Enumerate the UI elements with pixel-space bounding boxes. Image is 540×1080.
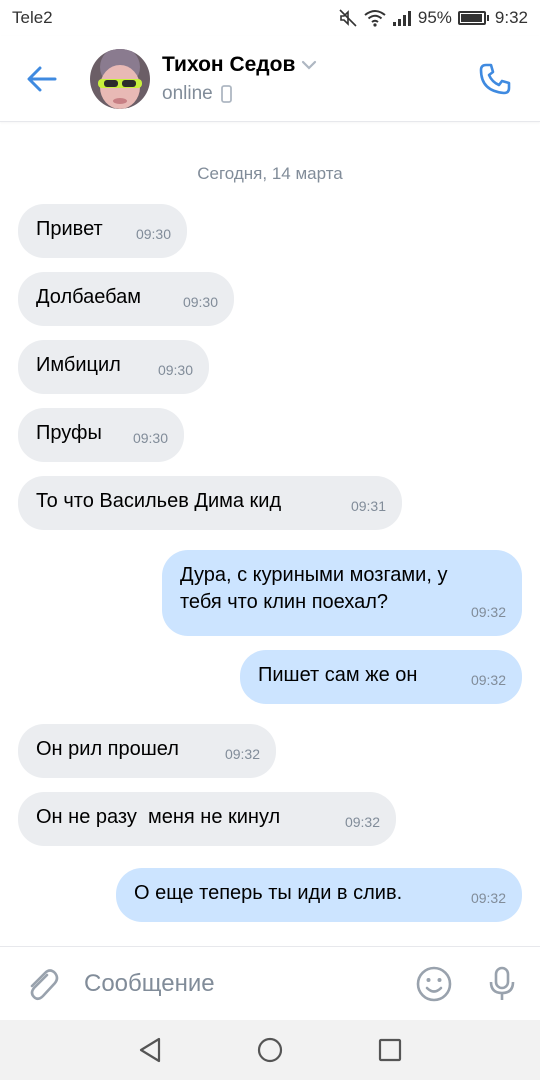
phone-icon (479, 63, 511, 94)
nav-home-icon (257, 1037, 283, 1063)
message-time: 09:30 (135, 226, 171, 242)
message-text: Пишет сам же он (258, 664, 418, 686)
date-separator: Сегодня, 14 марта (197, 164, 343, 183)
message-bubble[interactable]: О еще теперь ты иди в слив. 09:32 (116, 868, 522, 922)
chevron-down-icon (302, 60, 317, 70)
mobile-icon (220, 84, 232, 103)
message-time: 09:32 (470, 672, 506, 688)
battery-icon (457, 11, 489, 25)
message-bubble[interactable]: Имбицил 09:30 (18, 340, 209, 394)
message-bubble[interactable]: Дура, с куриными мозгами, у тебя что кли… (162, 550, 522, 636)
microphone-icon (489, 966, 515, 1000)
nav-recents-button[interactable] (370, 1030, 410, 1070)
message-text: О еще теперь ты иди в слив. (134, 882, 403, 904)
emoji-icon (416, 966, 452, 1001)
battery-fill (460, 14, 482, 22)
message-bubble[interactable]: Пишет сам же он 09:32 (240, 650, 522, 704)
message-time: 09:30 (132, 430, 168, 446)
message-bubble[interactable]: То что Васильев Дима кид 09:31 (18, 476, 402, 530)
message-text: Он не разу меня не кинул (36, 806, 281, 828)
peer-status: online (162, 82, 213, 104)
message-text: То что Васильев Дима кид (36, 490, 282, 512)
paperclip-icon (30, 968, 59, 1000)
peer-info[interactable]: Тихон Седов online (162, 53, 450, 105)
status-bar: Tele2 95% 9:32 (0, 0, 540, 36)
message-text: Пруфы (36, 422, 102, 444)
message-text: Привет (36, 218, 103, 240)
message-time: 09:32 (344, 814, 380, 830)
message-bubble[interactable]: Он не разу меня не кинул 09:32 (18, 792, 396, 846)
message-time: 09:30 (157, 362, 193, 378)
back-button[interactable] (0, 36, 84, 122)
message-composer: Сообщение (0, 946, 540, 1020)
call-button[interactable] (450, 36, 540, 122)
message-input[interactable]: Сообщение (84, 970, 404, 998)
emoji-button[interactable] (404, 947, 464, 1021)
message-text: Он рил прошел (36, 738, 179, 760)
message-text: Долбаебам (36, 286, 142, 308)
message-text: Имбицил (36, 354, 121, 376)
nav-back-button[interactable] (130, 1030, 170, 1070)
message-bubble[interactable]: Пруфы 09:30 (18, 408, 184, 462)
message-bubble[interactable]: Привет 09:30 (18, 204, 187, 258)
signal-icon (392, 9, 412, 27)
message-time: 09:32 (224, 746, 260, 762)
message-time: 09:32 (470, 604, 506, 620)
attach-button[interactable] (0, 947, 84, 1021)
nav-recents-icon (378, 1038, 402, 1062)
message-time: 09:31 (350, 498, 386, 514)
peer-name: Тихон Седов (162, 52, 296, 76)
mute-icon (338, 8, 358, 28)
message-time: 09:30 (182, 294, 218, 310)
message-bubble[interactable]: Он рил прошел 09:32 (18, 724, 276, 778)
wifi-icon (364, 9, 386, 27)
message-time: 09:32 (470, 890, 506, 906)
voice-button[interactable] (464, 947, 540, 1021)
status-icons: 95% 9:32 (338, 8, 528, 28)
system-nav-bar (0, 1020, 540, 1080)
avatar[interactable] (90, 48, 150, 109)
back-arrow-icon (27, 66, 57, 91)
chat-header: Тихон Седов online (0, 36, 540, 122)
message-list[interactable]: Сегодня, 14 марта Привет 09:30 Долбаебам… (0, 122, 540, 946)
battery-percent: 95% (417, 8, 452, 27)
nav-back-icon (139, 1037, 161, 1063)
clock: 9:32 (494, 8, 528, 27)
nav-home-button[interactable] (250, 1030, 290, 1070)
carrier-label: Tele2 (12, 8, 53, 27)
message-bubble[interactable]: Долбаебам 09:30 (18, 272, 234, 326)
message-text: Дура, с куриными мозгами, у тебя что кли… (180, 564, 448, 613)
